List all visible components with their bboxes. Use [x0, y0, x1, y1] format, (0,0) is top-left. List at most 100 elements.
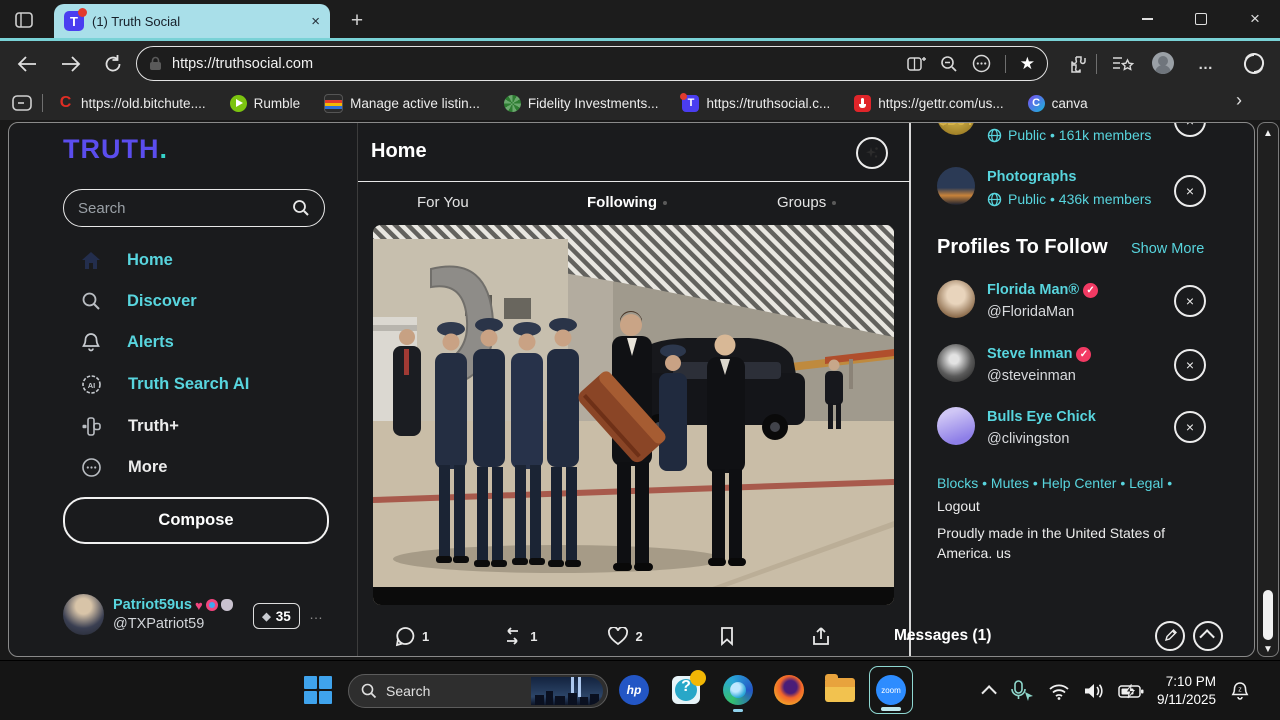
refresh-button[interactable]: [98, 50, 128, 78]
profile-name[interactable]: Bulls Eye Chick: [987, 409, 1096, 425]
tab-for-you[interactable]: For You: [417, 194, 469, 211]
gems-badge[interactable]: ◆ 35: [253, 603, 300, 629]
tab-activity-icon[interactable]: [10, 8, 38, 32]
bookmark-canva[interactable]: C canva: [1027, 94, 1088, 112]
footer-links[interactable]: Blocks • Mutes • Help Center • Legal •: [937, 473, 1205, 495]
sidebar-item-alerts[interactable]: Alerts: [81, 329, 341, 355]
dismiss-profile-button[interactable]: ×: [1174, 285, 1206, 317]
bookmark-listings[interactable]: Manage active listin...: [324, 93, 480, 113]
bookmark-rumble[interactable]: Rumble: [229, 94, 300, 112]
split-screen-icon[interactable]: [907, 55, 926, 72]
settings-more-icon[interactable]: …: [1198, 56, 1215, 73]
profile-avatar[interactable]: [937, 280, 975, 318]
bookmark-gettr[interactable]: https://gettr.com/us...: [854, 94, 1004, 112]
clock[interactable]: 7:10 PM 9/11/2025: [1157, 673, 1216, 709]
new-tab-button[interactable]: +: [342, 6, 372, 36]
tab-groups[interactable]: Groups: [777, 194, 837, 211]
dismiss-profile-button[interactable]: ×: [1174, 349, 1206, 381]
sidebar-item-truth-plus[interactable]: Truth+: [81, 413, 341, 439]
truth-logo[interactable]: TRUTH.: [63, 134, 168, 165]
scrollbar-thumb[interactable]: [1263, 590, 1273, 640]
close-button[interactable]: ×: [1238, 6, 1272, 32]
bookmark-star-icon[interactable]: ★: [1020, 54, 1035, 74]
extensions-icon[interactable]: [1063, 50, 1093, 78]
profile-avatar[interactable]: [937, 344, 975, 382]
like-button[interactable]: 2: [607, 626, 643, 646]
profile-avatar[interactable]: [1152, 52, 1174, 74]
group-name[interactable]: $DJT: [939, 123, 974, 129]
sidebar-item-truth-search-ai[interactable]: AI Truth Search AI: [81, 371, 341, 397]
messages-compose-button[interactable]: [1155, 620, 1186, 651]
help-app-icon[interactable]: [670, 670, 706, 706]
battery-icon[interactable]: [1118, 683, 1144, 699]
sidebar-item-more[interactable]: More: [81, 454, 341, 480]
show-more-link[interactable]: Show More: [1131, 241, 1204, 257]
dismiss-group-button[interactable]: ×: [1174, 175, 1206, 207]
tab-close-icon[interactable]: ×: [311, 13, 320, 30]
svg-text:AI: AI: [88, 380, 96, 389]
firefox-app-icon[interactable]: [773, 674, 805, 706]
group-avatar[interactable]: [937, 167, 975, 205]
globe-icon: [987, 192, 1002, 206]
user-avatar[interactable]: [63, 594, 104, 635]
retruth-button[interactable]: 1: [501, 626, 537, 646]
bookmarks-sidebar-icon[interactable]: [12, 95, 32, 111]
bookmark-bitchute[interactable]: C https://old.bitchute....: [57, 94, 206, 112]
notification-bell-icon[interactable]: z: [1229, 680, 1251, 702]
hp-app-icon[interactable]: hp: [618, 674, 650, 706]
maximize-button[interactable]: [1184, 6, 1218, 32]
tab-following[interactable]: Following: [587, 194, 667, 211]
profile-more-icon[interactable]: …: [309, 606, 325, 622]
address-bar[interactable]: https://truthsocial.com ★: [136, 46, 1048, 81]
more-tools-icon[interactable]: [972, 54, 991, 73]
edge-app-icon[interactable]: [722, 674, 754, 712]
scroll-down-icon[interactable]: ▼: [1262, 644, 1274, 655]
shopping-bag-icon: [324, 93, 344, 113]
bookmark-fidelity[interactable]: Fidelity Investments...: [503, 94, 658, 112]
reply-button[interactable]: 1: [395, 626, 429, 647]
lock-icon: [150, 56, 161, 70]
page-scrollbar[interactable]: [1257, 122, 1279, 657]
canva-icon: C: [1027, 94, 1045, 112]
back-button[interactable]: [12, 50, 42, 78]
group-name[interactable]: Photographs: [987, 169, 1076, 185]
forward-button[interactable]: [56, 50, 86, 78]
dismiss-profile-button[interactable]: ×: [1174, 411, 1206, 443]
search-input[interactable]: Search: [63, 189, 325, 227]
compose-button[interactable]: Compose: [63, 497, 329, 544]
bookmark-button[interactable]: [719, 626, 735, 646]
fidelity-icon: [503, 94, 521, 112]
profile-name[interactable]: Florida Man® ✓: [987, 282, 1099, 298]
profile-avatar[interactable]: [937, 407, 975, 445]
bell-icon: [82, 332, 100, 351]
target-emoji: [205, 599, 218, 611]
sidebar-item-home[interactable]: Home: [81, 247, 341, 273]
scroll-up-icon[interactable]: ▲: [1262, 128, 1274, 139]
profile-name[interactable]: Steve Inman ✓: [987, 346, 1092, 362]
active-tab[interactable]: T (1) Truth Social ×: [54, 4, 330, 38]
sidebar-item-discover[interactable]: Discover: [81, 288, 341, 314]
copilot-icon[interactable]: [1238, 50, 1268, 78]
file-explorer-icon[interactable]: [824, 674, 856, 706]
new-truth-button[interactable]: [856, 137, 888, 169]
messages-expand-button[interactable]: [1193, 620, 1224, 651]
bookmark-truthsocial[interactable]: T https://truthsocial.c...: [680, 92, 830, 112]
messages-bar[interactable]: Messages (1): [894, 613, 1254, 656]
user-display-name[interactable]: Patriot59us ♥: [113, 597, 233, 613]
taskbar-search[interactable]: Search: [348, 674, 608, 708]
favorites-icon[interactable]: [1108, 50, 1138, 78]
minimize-button[interactable]: [1130, 6, 1164, 32]
bookmarks-overflow-icon[interactable]: ›: [1236, 90, 1242, 111]
share-button[interactable]: [811, 626, 831, 647]
heart-emoji: ♥: [194, 597, 203, 613]
volume-icon[interactable]: [1083, 682, 1105, 700]
zoom-out-icon[interactable]: [940, 55, 958, 73]
url-text[interactable]: https://truthsocial.com: [172, 56, 897, 72]
logout-link[interactable]: Logout: [937, 496, 980, 516]
microphone-icon[interactable]: [1009, 680, 1035, 702]
wifi-icon[interactable]: [1048, 683, 1070, 700]
video-player[interactable]: [373, 225, 894, 605]
dismiss-group-button[interactable]: ×: [1174, 123, 1206, 137]
start-button[interactable]: [304, 676, 332, 704]
zoom-app-icon[interactable]: zoom: [869, 666, 913, 714]
